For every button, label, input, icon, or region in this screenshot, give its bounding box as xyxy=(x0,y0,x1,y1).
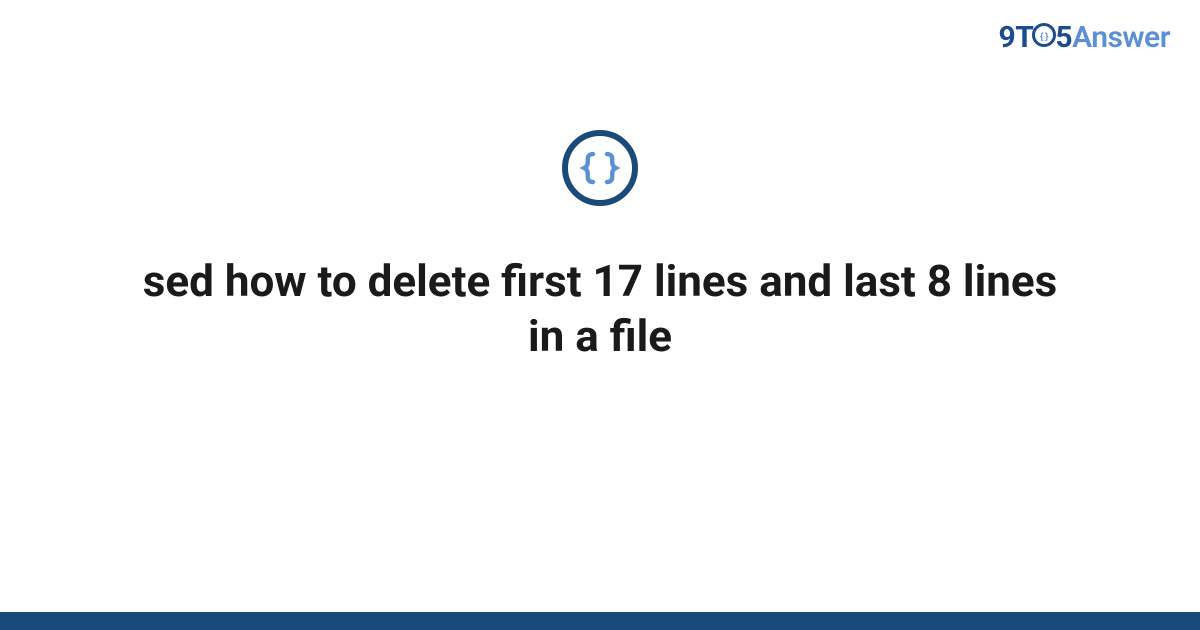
content-block: sed how to delete first 17 lines and las… xyxy=(0,130,1200,364)
code-braces-icon xyxy=(562,130,638,206)
site-logo: 9T { } 5Answer xyxy=(999,20,1170,57)
footer-accent-bar xyxy=(0,612,1200,630)
question-title: sed how to delete first 17 lines and las… xyxy=(100,254,1100,364)
logo-o-icon: { } xyxy=(1032,20,1056,55)
svg-text:{ }: { } xyxy=(1040,31,1049,41)
logo-text-answer: Answer xyxy=(1072,20,1170,55)
logo-text-9t: 9T xyxy=(999,20,1034,55)
logo-text-5: 5 xyxy=(1055,20,1072,55)
